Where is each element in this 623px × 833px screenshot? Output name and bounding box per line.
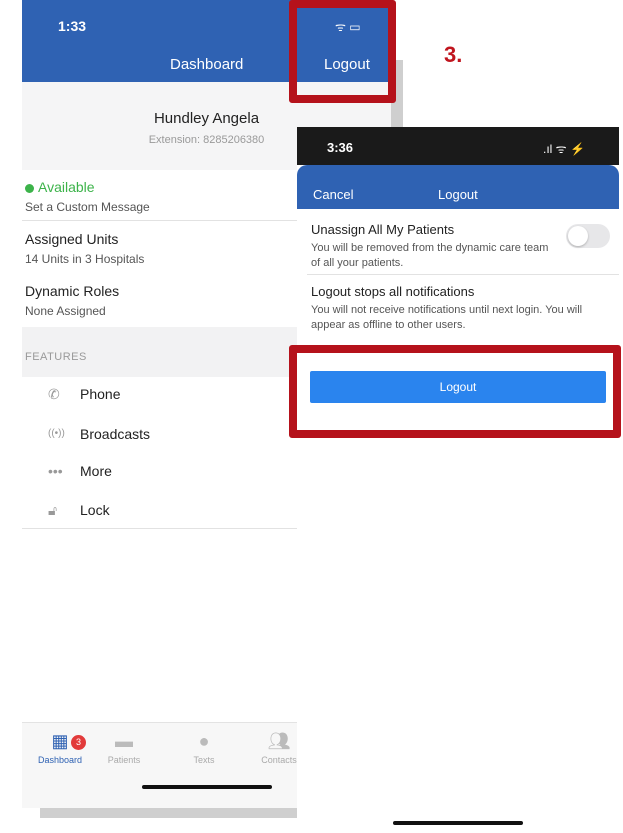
divider	[307, 274, 619, 275]
feature-label: Lock	[80, 502, 110, 518]
notifications-title: Logout stops all notifications	[311, 284, 475, 299]
feature-label: Phone	[80, 386, 121, 402]
modal-title: Logout	[438, 187, 478, 202]
lock-icon: 🔓︎	[48, 502, 58, 518]
assigned-units-value: 14 Units in 3 Hospitals	[25, 252, 145, 266]
home-indicator	[393, 821, 523, 825]
tab-texts[interactable]: ● Texts	[174, 731, 234, 765]
features-label: FEATURES	[25, 351, 87, 363]
status-icons: .ıl ᯤ ⚡	[543, 142, 585, 156]
more-icon: •••	[48, 463, 63, 479]
status-time: 3:36	[327, 140, 354, 155]
notifications-description: You will not receive notifications until…	[311, 304, 583, 331]
unassign-description: You will be removed from the dynamic car…	[311, 242, 549, 269]
status-label: Available	[38, 179, 95, 195]
unassign-title: Unassign All My Patients	[311, 222, 455, 237]
notification-badge: 3	[71, 735, 86, 750]
broadcast-icon: ((•))	[48, 428, 65, 439]
feature-label: Broadcasts	[80, 426, 151, 442]
cancel-button[interactable]: Cancel	[313, 187, 353, 202]
tab-dashboard[interactable]: ▦ Dashboard 3	[30, 731, 90, 765]
chat-icon: ●	[198, 731, 210, 751]
dynamic-roles-value: None Assigned	[25, 304, 106, 318]
logout-screen: 3:36 .ıl ᯤ ⚡ Cancel Logout Unassign All …	[297, 127, 619, 833]
dynamic-roles-title: Dynamic Roles	[25, 283, 120, 299]
unassign-toggle[interactable]	[566, 224, 610, 248]
feature-label: More	[80, 463, 112, 479]
status-bar: 3:36 .ıl ᯤ ⚡	[297, 127, 619, 165]
phone-icon: ✆	[48, 386, 60, 402]
available-dot-icon	[25, 183, 34, 193]
page-title: Dashboard	[170, 56, 244, 73]
step-number: 3.	[444, 42, 463, 67]
assigned-units-title: Assigned Units	[25, 231, 119, 247]
tab-patients[interactable]: ▬ Patients	[94, 731, 154, 765]
tab-label: Patients	[107, 755, 141, 765]
user-name: Hundley Angela	[153, 110, 260, 127]
bed-icon: ▬	[115, 731, 133, 751]
highlight-logout-link	[289, 0, 396, 103]
custom-message: Set a Custom Message	[25, 200, 150, 214]
toggle-knob	[568, 226, 588, 246]
status-time: 1:33	[58, 18, 87, 34]
tab-label: Dashboard	[37, 755, 83, 765]
home-indicator	[142, 785, 272, 789]
highlight-logout-button	[289, 345, 621, 438]
tab-label: Texts	[193, 755, 215, 765]
